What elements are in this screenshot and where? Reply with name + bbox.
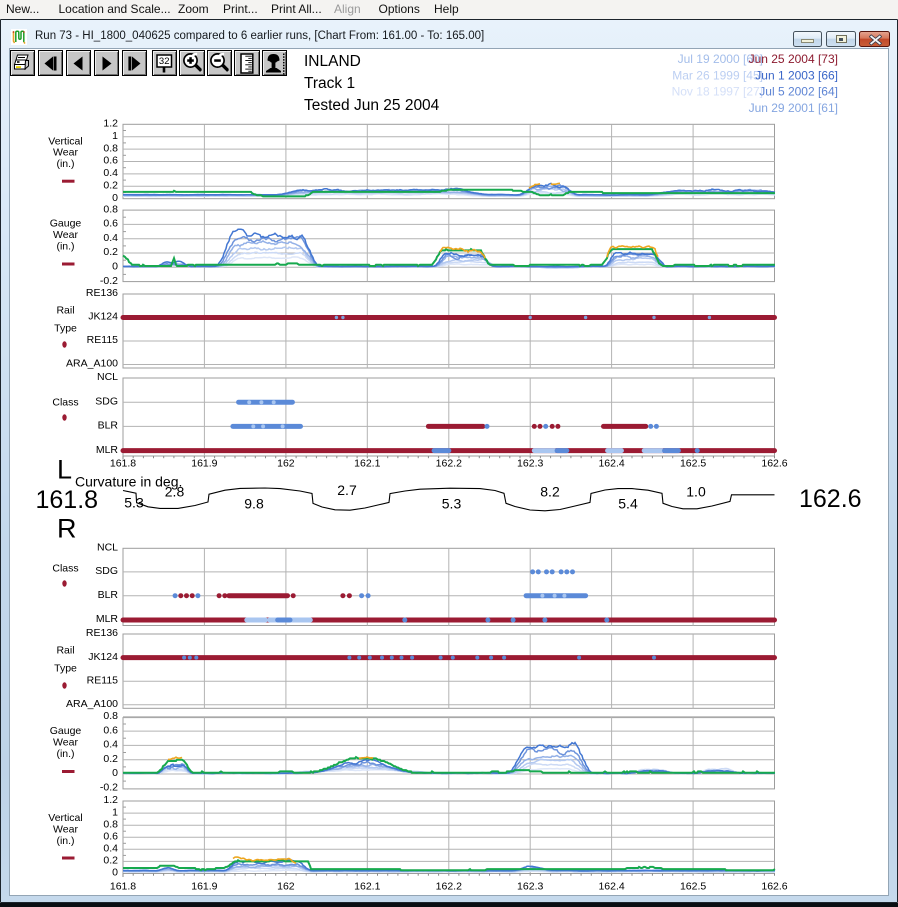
- svg-text:Vertical: Vertical: [48, 135, 82, 147]
- svg-text:BLR: BLR: [98, 589, 119, 601]
- svg-text:161.9: 161.9: [191, 458, 217, 470]
- svg-text:0.4: 0.4: [103, 843, 118, 855]
- svg-text:Class: Class: [52, 563, 78, 575]
- svg-text:1.0: 1.0: [686, 484, 706, 500]
- svg-text:0.8: 0.8: [103, 142, 118, 154]
- svg-text:Nov 18 1997 [27]: Nov 18 1997 [27]: [672, 85, 763, 99]
- svg-text:Gauge: Gauge: [50, 218, 82, 230]
- svg-text:162.3: 162.3: [517, 881, 543, 893]
- svg-text:0.4: 0.4: [103, 232, 118, 244]
- svg-text:162.3: 162.3: [517, 458, 543, 470]
- svg-text:5.3: 5.3: [442, 496, 462, 512]
- svg-text:0.4: 0.4: [103, 167, 118, 179]
- svg-text:RE115: RE115: [87, 334, 118, 346]
- svg-text:JK124: JK124: [88, 311, 118, 323]
- svg-text:Jun 1 2003 [66]: Jun 1 2003 [66]: [755, 68, 838, 82]
- svg-text:2.7: 2.7: [337, 482, 357, 498]
- svg-text:Jun 29 2001 [61]: Jun 29 2001 [61]: [749, 101, 838, 115]
- svg-text:R: R: [57, 514, 77, 544]
- svg-text:162.5: 162.5: [680, 458, 706, 470]
- svg-text:(in.): (in.): [56, 158, 74, 170]
- svg-text:0.6: 0.6: [103, 831, 118, 843]
- svg-text:162: 162: [277, 881, 295, 893]
- svg-text:0.8: 0.8: [103, 203, 118, 215]
- svg-text:Track 1: Track 1: [304, 75, 355, 92]
- svg-text:Jul 5 2002 [64]: Jul 5 2002 [64]: [759, 85, 838, 99]
- svg-text:2.8: 2.8: [165, 484, 185, 500]
- svg-text:NCL: NCL: [97, 542, 118, 554]
- svg-text:162.6: 162.6: [761, 881, 787, 893]
- svg-text:RE136: RE136: [86, 287, 118, 299]
- svg-text:0.6: 0.6: [103, 724, 118, 736]
- svg-text:162.6: 162.6: [799, 485, 862, 513]
- svg-text:Gauge: Gauge: [50, 725, 82, 737]
- svg-text:Type: Type: [54, 323, 77, 335]
- svg-text:L: L: [57, 455, 72, 485]
- svg-text:Jun 25 2004 [73]: Jun 25 2004 [73]: [749, 52, 838, 66]
- svg-text:162.6: 162.6: [761, 458, 787, 470]
- svg-text:ARA_A100: ARA_A100: [66, 358, 118, 370]
- svg-text:Tested Jun 25 2004: Tested Jun 25 2004: [304, 97, 440, 114]
- svg-text:0.2: 0.2: [103, 180, 118, 192]
- svg-text:Wear: Wear: [53, 147, 78, 159]
- svg-text:Wear: Wear: [53, 823, 78, 835]
- svg-text:NCL: NCL: [97, 371, 118, 383]
- svg-text:Mar 26 1999 [45]: Mar 26 1999 [45]: [672, 68, 763, 82]
- svg-text:0: 0: [112, 867, 118, 879]
- svg-text:0: 0: [112, 261, 118, 273]
- svg-text:(in.): (in.): [56, 241, 74, 253]
- svg-text:MLR: MLR: [96, 613, 119, 625]
- svg-text:0: 0: [112, 192, 118, 204]
- svg-text:5.4: 5.4: [618, 496, 638, 512]
- svg-text:5.3: 5.3: [124, 495, 144, 511]
- svg-text:1.2: 1.2: [103, 794, 118, 806]
- svg-text:0.6: 0.6: [103, 155, 118, 167]
- svg-text:161.8: 161.8: [36, 486, 99, 514]
- svg-text:(in.): (in.): [56, 748, 74, 760]
- svg-text:RE136: RE136: [86, 627, 118, 639]
- svg-text:1: 1: [112, 130, 118, 142]
- svg-text:Wear: Wear: [53, 229, 78, 241]
- svg-text:-0.2: -0.2: [100, 275, 118, 287]
- svg-text:0.8: 0.8: [103, 818, 118, 830]
- svg-text:INLAND: INLAND: [304, 53, 361, 70]
- svg-text:162.5: 162.5: [680, 881, 706, 893]
- svg-text:161.9: 161.9: [191, 881, 217, 893]
- svg-text:0.2: 0.2: [103, 246, 118, 258]
- svg-text:SDG: SDG: [95, 395, 118, 407]
- svg-text:0.4: 0.4: [103, 739, 118, 751]
- svg-text:0.6: 0.6: [103, 218, 118, 230]
- svg-text:8.2: 8.2: [540, 484, 560, 500]
- svg-text:(in.): (in.): [56, 835, 74, 847]
- svg-text:Vertical: Vertical: [48, 812, 82, 824]
- svg-text:162.2: 162.2: [436, 881, 462, 893]
- svg-text:MLR: MLR: [96, 444, 119, 456]
- svg-text:0.2: 0.2: [103, 855, 118, 867]
- svg-text:162: 162: [277, 458, 295, 470]
- svg-text:Class: Class: [52, 397, 78, 409]
- svg-text:JK124: JK124: [88, 651, 118, 663]
- svg-text:BLR: BLR: [98, 420, 119, 432]
- svg-text:0: 0: [112, 767, 118, 779]
- svg-text:161.8: 161.8: [110, 881, 136, 893]
- svg-text:1.2: 1.2: [103, 118, 118, 130]
- svg-text:Rail: Rail: [56, 645, 74, 657]
- svg-text:SDG: SDG: [95, 565, 118, 577]
- svg-text:RE115: RE115: [87, 674, 118, 686]
- svg-text:Wear: Wear: [53, 737, 78, 749]
- svg-text:0.8: 0.8: [103, 710, 118, 722]
- svg-text:ARA_A100: ARA_A100: [66, 698, 118, 710]
- svg-text:162.4: 162.4: [598, 881, 624, 893]
- svg-text:162.1: 162.1: [354, 458, 380, 470]
- svg-text:Rail: Rail: [56, 305, 74, 317]
- svg-text:162.1: 162.1: [354, 881, 380, 893]
- svg-text:Type: Type: [54, 663, 77, 675]
- svg-text:-0.2: -0.2: [100, 782, 118, 794]
- svg-text:1: 1: [112, 806, 118, 818]
- svg-text:162.2: 162.2: [436, 458, 462, 470]
- svg-text:9.8: 9.8: [244, 496, 264, 512]
- svg-text:0.2: 0.2: [103, 753, 118, 765]
- svg-text:162.4: 162.4: [598, 458, 624, 470]
